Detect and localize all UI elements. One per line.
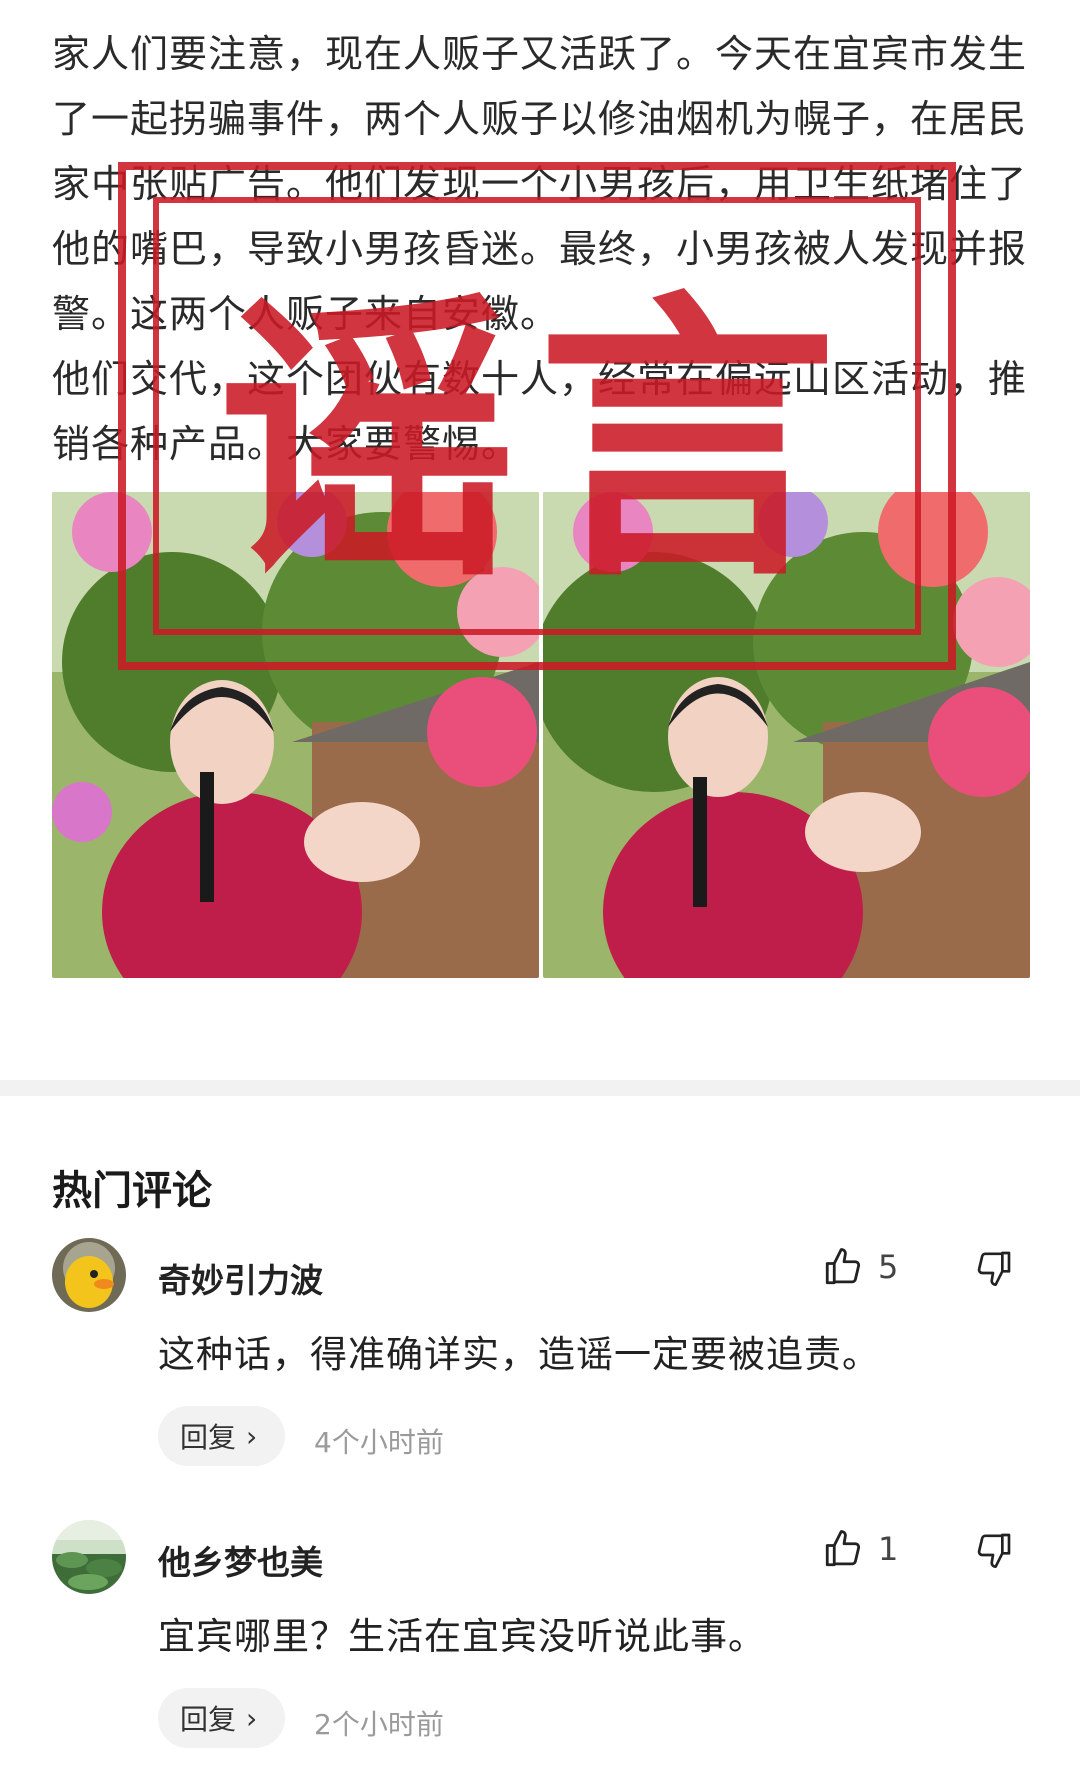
- like-button[interactable]: 5: [822, 1246, 898, 1288]
- chevron-right-icon: ›: [246, 1419, 258, 1453]
- reply-button[interactable]: 回复 ›: [158, 1688, 286, 1748]
- comment-item: 奇妙引力波 5 这种话，得准确详实，造谣一定要被追责。 回复 › 4个小时前: [52, 1238, 1032, 1468]
- article-body: 家人们要注意，现在人贩子又活跃了。今天在宜宾市发生了一起拐骗事件，两个人贩子以修…: [52, 22, 1032, 477]
- section-divider: [0, 1080, 1080, 1096]
- comment-text: 宜宾哪里？生活在宜宾没听说此事。: [158, 1615, 766, 1658]
- comment-username[interactable]: 奇妙引力波: [158, 1254, 323, 1302]
- comment-username[interactable]: 他乡梦也美: [158, 1536, 323, 1584]
- dislike-button[interactable]: [974, 1248, 1014, 1288]
- like-button[interactable]: 1: [822, 1528, 898, 1570]
- yellow-duck-avatar-icon: [52, 1238, 126, 1312]
- thumbs-down-icon: [977, 1251, 1011, 1286]
- reply-label: 回复: [180, 1703, 237, 1736]
- comment-item: 他乡梦也美 1 宜宾哪里？生活在宜宾没听说此事。 回复 › 2个小时前: [52, 1520, 1032, 1750]
- reply-label: 回复: [180, 1421, 237, 1454]
- article-photo-right[interactable]: [543, 492, 1030, 978]
- thumbs-up-icon: [825, 1530, 861, 1567]
- article-photo-left[interactable]: [52, 492, 539, 978]
- article-paragraph: 他们交代，这个团伙有数十人，经常在偏远山区活动，推销各种产品。大家要警惕。: [52, 357, 1028, 466]
- like-count: 5: [878, 1248, 899, 1286]
- like-count: 1: [878, 1530, 899, 1568]
- comment-text: 这种话，得准确详实，造谣一定要被追责。: [158, 1333, 880, 1376]
- avatar[interactable]: [52, 1520, 126, 1594]
- chevron-right-icon: ›: [246, 1701, 258, 1735]
- dislike-button[interactable]: [974, 1530, 1014, 1570]
- thumbs-down-icon: [977, 1533, 1011, 1568]
- hot-comments-title: 热门评论: [52, 1168, 212, 1214]
- lotus-pond-avatar-icon: [52, 1520, 126, 1594]
- comment-timestamp: 2个小时前: [314, 1708, 444, 1741]
- avatar[interactable]: [52, 1238, 126, 1312]
- article-paragraph: 家人们要注意，现在人贩子又活跃了。今天在宜宾市发生了一起拐骗事件，两个人贩子以修…: [52, 32, 1028, 336]
- reply-button[interactable]: 回复 ›: [158, 1406, 286, 1466]
- article-images: [52, 492, 1030, 978]
- comment-timestamp: 4个小时前: [314, 1426, 444, 1459]
- thumbs-up-icon: [825, 1248, 861, 1285]
